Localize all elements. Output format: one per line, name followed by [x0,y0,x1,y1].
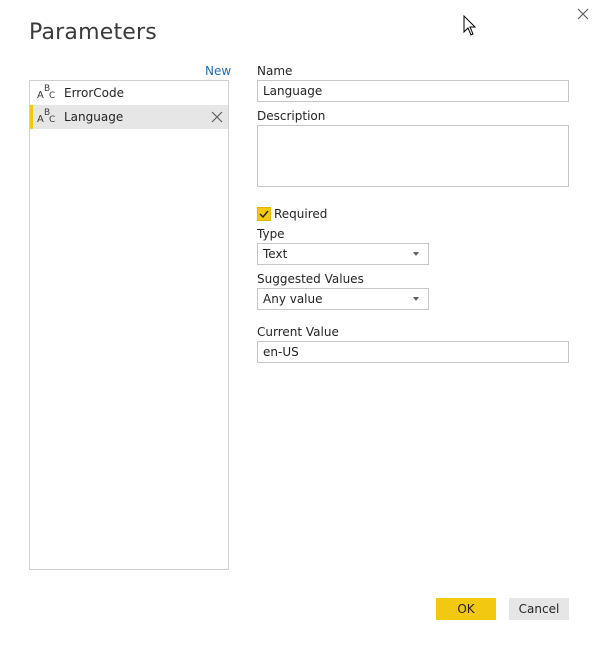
list-item-errorcode[interactable]: ABC ErrorCode [30,81,228,105]
description-label: Description [257,109,326,123]
required-checkbox[interactable] [257,207,271,221]
list-item-label: ErrorCode [64,86,124,100]
text-type-icon: ABC [37,108,56,125]
checkmark-icon [259,210,269,219]
chevron-down-icon [413,297,419,301]
type-label: Type [257,227,285,241]
ok-button[interactable]: OK [436,598,496,620]
list-item-label: Language [64,110,124,124]
name-field[interactable] [257,80,569,102]
type-select[interactable]: Text [257,243,429,265]
suggested-values-select[interactable]: Any value [257,288,429,310]
new-parameter-link[interactable]: New [205,64,231,78]
current-value-field[interactable] [257,341,569,363]
chevron-down-icon [413,252,419,256]
parameter-list: ABC ErrorCode ABC Language [29,80,229,570]
list-item-language[interactable]: ABC Language [30,105,228,129]
required-label: Required [274,207,328,221]
close-icon[interactable] [575,6,591,22]
description-field[interactable] [257,125,569,187]
type-select-value: Text [263,247,288,261]
delete-icon[interactable] [210,110,224,124]
suggested-values-select-value: Any value [263,292,323,306]
name-label: Name [257,64,293,78]
cancel-button[interactable]: Cancel [509,598,569,620]
dialog-title: Parameters [29,20,157,45]
mouse-cursor-icon [463,15,477,36]
suggested-values-label: Suggested Values [257,272,364,286]
current-value-label: Current Value [257,325,339,339]
text-type-icon: ABC [37,84,56,101]
